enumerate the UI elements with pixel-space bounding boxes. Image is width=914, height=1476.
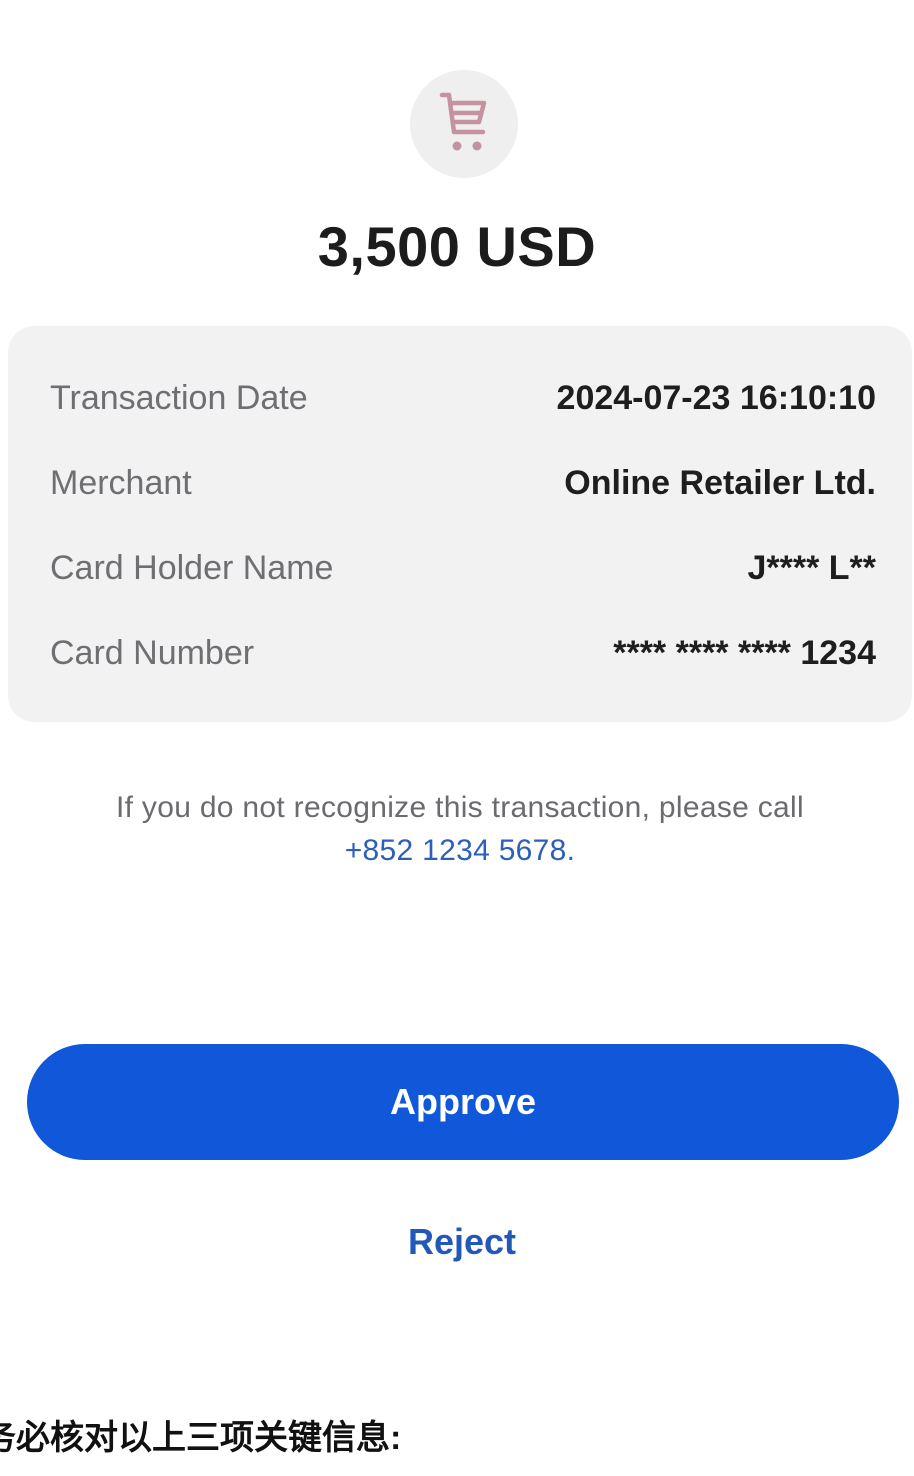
- detail-value: Online Retailer Ltd.: [564, 463, 876, 502]
- notice-text: If you do not recognize this transaction…: [116, 791, 804, 824]
- detail-row-merchant: Merchant Online Retailer Ltd.: [50, 453, 876, 513]
- detail-value: J**** L**: [747, 548, 876, 587]
- approve-button[interactable]: Approve: [27, 1044, 899, 1160]
- detail-label: Card Number: [50, 633, 255, 672]
- reject-button[interactable]: Reject: [357, 1212, 567, 1272]
- shopping-cart-icon: [439, 92, 487, 151]
- merchant-icon-badge: [410, 70, 518, 178]
- support-phone-link[interactable]: +852 1234 5678: [345, 834, 567, 867]
- detail-row-card-number: Card Number **** **** **** 1234: [50, 623, 876, 683]
- transaction-approval-screen: 3,500 USD Transaction Date 2024-07-23 16…: [0, 0, 914, 1476]
- detail-label: Card Holder Name: [50, 548, 334, 587]
- detail-label: Merchant: [50, 463, 192, 502]
- notice-suffix: .: [566, 834, 576, 867]
- transaction-details-card: Transaction Date 2024-07-23 16:10:10 Mer…: [8, 326, 912, 722]
- detail-label: Transaction Date: [50, 378, 308, 417]
- detail-row-transaction-date: Transaction Date 2024-07-23 16:10:10: [50, 368, 876, 428]
- verification-caption: 务必核对以上三项关键信息:: [0, 1419, 402, 1457]
- detail-value: 2024-07-23 16:10:10: [556, 378, 876, 417]
- detail-value: **** **** **** 1234: [613, 633, 876, 672]
- transaction-amount: 3,500 USD: [317, 215, 597, 278]
- detail-row-card-holder-name: Card Holder Name J**** L**: [50, 538, 876, 598]
- unrecognized-transaction-notice: If you do not recognize this transaction…: [40, 786, 880, 872]
